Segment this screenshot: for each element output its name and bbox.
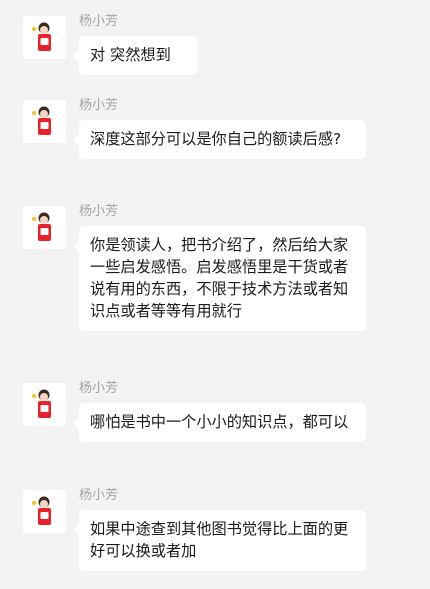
sender-name: 杨小芳 — [79, 488, 119, 503]
sender-name: 杨小芳 — [79, 14, 119, 29]
sender-name: 杨小芳 — [79, 204, 119, 219]
cartoon-girl-avatar-icon[interactable] — [23, 100, 66, 143]
sender-name: 杨小芳 — [79, 381, 119, 396]
message-bubble[interactable]: 你是领读人，把书介绍了，然后给大家一些启发感悟。启发感悟里是干货或者说有用的东西… — [73, 226, 366, 331]
message-bubble[interactable]: 哪怕是书中一个小小的知识点，都可以 — [73, 403, 366, 442]
message-bubble[interactable]: 深度这部分可以是你自己的额读后感? — [73, 120, 366, 159]
cartoon-girl-avatar-icon[interactable] — [23, 206, 66, 249]
cartoon-girl-avatar-icon[interactable] — [23, 16, 66, 59]
sender-name: 杨小芳 — [79, 98, 119, 113]
chat-message-list: 杨小芳 对 突然想到 杨小芳 深度这部分可以是你自己的额读后感? 杨小芳 你是领… — [0, 0, 430, 589]
cartoon-girl-avatar-icon[interactable] — [23, 383, 66, 426]
cartoon-girl-avatar-icon[interactable] — [23, 490, 66, 533]
message-bubble[interactable]: 如果中途查到其他图书觉得比上面的更好可以换或者加 — [73, 510, 366, 571]
message-bubble[interactable]: 对 突然想到 — [73, 36, 197, 75]
